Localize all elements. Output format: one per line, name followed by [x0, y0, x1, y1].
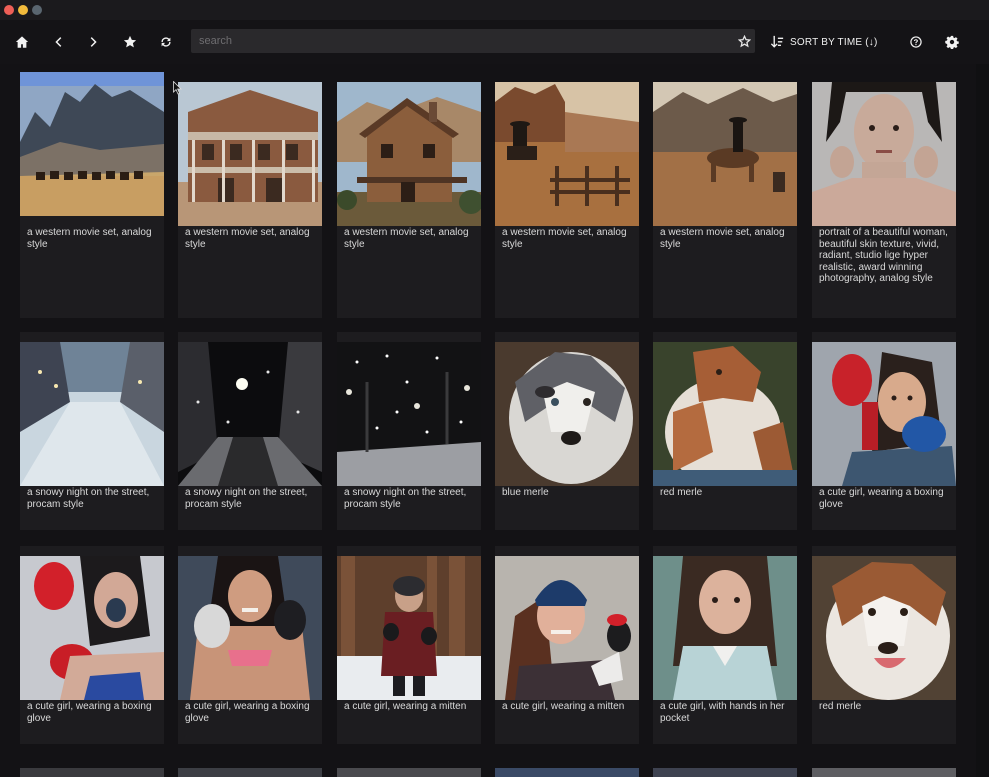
- image-caption: red merle: [819, 701, 862, 712]
- favorite-search-button[interactable]: [733, 30, 755, 52]
- scrollbar[interactable]: [976, 64, 989, 777]
- thumbnail: [337, 82, 481, 226]
- sort-label: SORT BY TIME (↓): [790, 36, 878, 48]
- image-caption: a western movie set, analog style: [660, 227, 785, 250]
- image-card[interactable]: [495, 768, 639, 777]
- thumbnail: [495, 556, 639, 700]
- star-icon: [123, 35, 137, 48]
- image-card[interactable]: a cute girl, wearing a boxing glove: [20, 546, 164, 744]
- thumbnail: [20, 556, 164, 700]
- image-card[interactable]: blue merle: [495, 332, 639, 530]
- image-caption: red merle: [660, 487, 703, 498]
- thumbnail: [20, 342, 164, 486]
- image-caption: a cute girl, wearing a boxing glove: [819, 487, 944, 510]
- refresh-button[interactable]: [154, 30, 178, 54]
- thumbnail: [20, 72, 164, 216]
- help-button[interactable]: [904, 30, 928, 54]
- image-card[interactable]: a western movie set, analog style: [178, 82, 322, 318]
- image-caption: a cute girl, with hands in her pocket: [660, 701, 785, 724]
- mouse-cursor-icon: [173, 81, 182, 95]
- image-card[interactable]: [812, 768, 956, 777]
- image-card[interactable]: a snowy night on the street, procam styl…: [178, 332, 322, 530]
- image-card[interactable]: [178, 768, 322, 777]
- help-icon: [910, 36, 922, 48]
- thumbnail: [495, 82, 639, 226]
- home-button[interactable]: [10, 30, 34, 54]
- image-grid: a western movie set, analog style a west…: [0, 64, 976, 777]
- thumbnail: [495, 342, 639, 486]
- image-card[interactable]: [653, 768, 797, 777]
- search-input[interactable]: [191, 29, 733, 53]
- back-button[interactable]: [46, 30, 70, 54]
- minimize-window-button[interactable]: [18, 5, 28, 15]
- app-window: SORT BY TIME (↓): [0, 0, 989, 777]
- image-card[interactable]: a snowy night on the street, procam styl…: [337, 332, 481, 530]
- image-card[interactable]: a cute girl, wearing a boxing glove: [812, 332, 956, 530]
- star-outline-icon: [737, 34, 751, 47]
- toolbar: SORT BY TIME (↓): [0, 20, 989, 64]
- chevron-right-icon: [90, 37, 97, 47]
- image-card[interactable]: a cute girl, wearing a mitten: [337, 546, 481, 744]
- image-card[interactable]: [20, 768, 164, 777]
- title-bar: [0, 0, 989, 20]
- image-card[interactable]: a cute girl, with hands in her pocket: [653, 546, 797, 744]
- image-card[interactable]: a western movie set, analog style: [20, 72, 164, 318]
- image-card[interactable]: a western movie set, analog style: [495, 82, 639, 318]
- settings-button[interactable]: [940, 30, 964, 54]
- thumbnail: [178, 82, 322, 226]
- image-card[interactable]: [337, 768, 481, 777]
- image-caption: a cute girl, wearing a mitten: [344, 701, 467, 712]
- chevron-left-icon: [55, 37, 62, 47]
- image-card[interactable]: a cute girl, wearing a mitten: [495, 546, 639, 744]
- refresh-icon: [161, 37, 171, 47]
- thumbnail: [812, 82, 956, 226]
- image-caption: a western movie set, analog style: [27, 227, 152, 250]
- image-card[interactable]: red merle: [653, 332, 797, 530]
- thumbnail: [812, 556, 956, 700]
- image-caption: a cute girl, wearing a mitten: [502, 701, 625, 712]
- image-caption: a snowy night on the street, procam styl…: [344, 487, 467, 510]
- image-card[interactable]: a western movie set, analog style: [337, 82, 481, 318]
- thumbnail: [653, 342, 797, 486]
- sort-descending-icon: [770, 35, 784, 48]
- thumbnail: [653, 82, 797, 226]
- favorites-button[interactable]: [118, 30, 142, 54]
- image-card[interactable]: a western movie set, analog style: [653, 82, 797, 318]
- image-caption: a snowy night on the street, procam styl…: [27, 487, 150, 510]
- image-caption: a cute girl, wearing a boxing glove: [27, 701, 152, 724]
- close-window-button[interactable]: [4, 5, 14, 15]
- thumbnail: [812, 342, 956, 486]
- image-card[interactable]: a snowy night on the street, procam styl…: [20, 332, 164, 530]
- image-caption: blue merle: [502, 487, 549, 498]
- home-icon: [15, 36, 29, 48]
- image-caption: portrait of a beautiful woman, beautiful…: [819, 227, 948, 285]
- thumbnail: [178, 556, 322, 700]
- forward-button[interactable]: [82, 30, 106, 54]
- image-caption: a cute girl, wearing a boxing glove: [185, 701, 310, 724]
- image-caption: a western movie set, analog style: [502, 227, 627, 250]
- thumbnail: [653, 556, 797, 700]
- image-caption: a snowy night on the street, procam styl…: [185, 487, 308, 510]
- gear-icon: [945, 35, 959, 49]
- thumbnail: [337, 342, 481, 486]
- search-bar: [191, 29, 755, 53]
- image-caption: a western movie set, analog style: [344, 227, 469, 250]
- sort-button[interactable]: SORT BY TIME (↓): [770, 33, 877, 51]
- image-card[interactable]: portrait of a beautiful woman, beautiful…: [812, 82, 956, 318]
- thumbnail: [337, 556, 481, 700]
- image-caption: a western movie set, analog style: [185, 227, 310, 250]
- maximize-window-button[interactable]: [32, 5, 42, 15]
- image-card[interactable]: red merle: [812, 546, 956, 744]
- thumbnail: [178, 342, 322, 486]
- image-card[interactable]: a cute girl, wearing a boxing glove: [178, 546, 322, 744]
